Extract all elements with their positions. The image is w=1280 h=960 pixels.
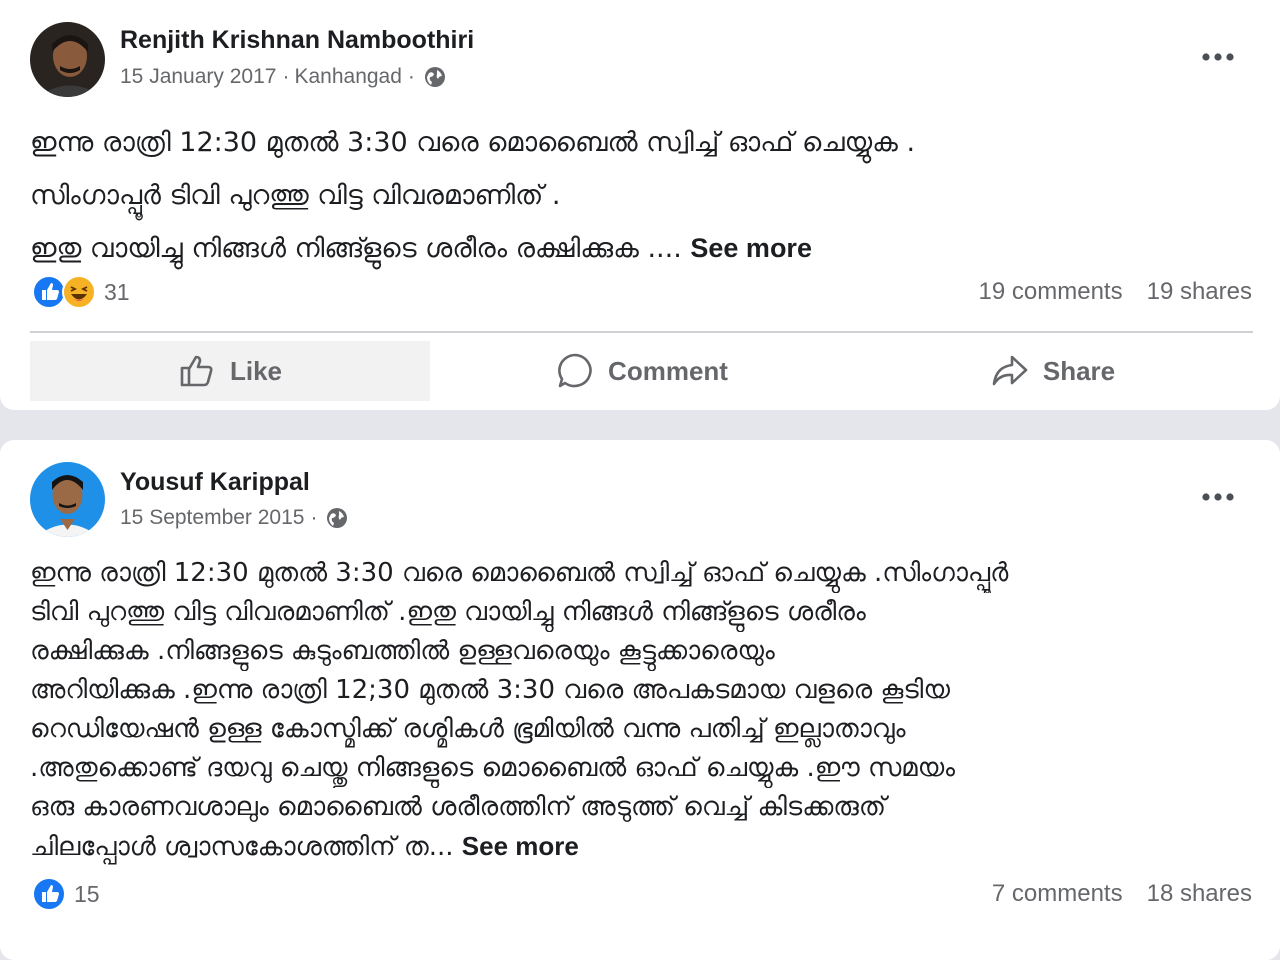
haha-reaction-icon <box>62 275 96 309</box>
like-label: Like <box>229 355 283 386</box>
meta-separator: · <box>407 65 415 88</box>
like-button[interactable]: Like <box>30 341 430 401</box>
divider <box>30 331 1253 333</box>
post-text-line: റെഡിയേഷൻ ഉള്ള കോസ്മിക്ക് രശ്മികൾ ഭൂമിയിൽ… <box>30 714 906 744</box>
post-text-line: ഇന്നു രാത്രി 12:30 മുതൽ 3:30 വരെ മൊബൈൽ സ… <box>30 558 1009 588</box>
see-more-link[interactable]: See more <box>462 831 579 861</box>
like-reaction-icon <box>32 275 66 309</box>
post-location[interactable]: Kanhangad <box>294 65 401 89</box>
post-meta: 15 January 2017 · Kanhangad · <box>120 65 446 89</box>
post-stats: 19 comments 19 shares <box>979 278 1252 306</box>
post-card: Yousuf Karippal 15 September 2015 · ഇന്ന… <box>0 440 1280 960</box>
post-text-fragment: ഇതു വായിച്ചു നിങ്ങൾ നിങ്ങ്ളുടെ ശരീരം രക്… <box>30 233 691 264</box>
like-icon <box>180 355 213 387</box>
post-text-line: ടിവി പുറത്തു വിട്ട വിവരമാണിത് .ഇതു വായിച… <box>30 597 866 627</box>
meta-separator: · <box>282 65 290 88</box>
comments-count[interactable]: 19 comments <box>979 278 1123 306</box>
post-text-line: അറിയിക്കുക .ഇന്നു രാത്രി 12;30 മുതൽ 3:30… <box>30 675 950 705</box>
reaction-count: 15 <box>74 880 100 907</box>
post-text-line: ചിലപ്പോൾ ശ്വാസകോശത്തിന് ത... See more <box>30 827 1255 867</box>
post-body: ഇന്നു രാത്രി 12:30 മുതൽ 3:30 വരെ മൊബൈൽ സ… <box>30 554 1255 867</box>
see-more-link[interactable]: See more <box>690 233 812 263</box>
comment-icon <box>558 353 592 388</box>
meta-separator: · <box>310 506 318 529</box>
comments-count[interactable]: 7 comments <box>992 880 1123 908</box>
globe-icon[interactable] <box>424 66 446 88</box>
comment-button[interactable]: Comment <box>442 341 842 401</box>
post-card: Renjith Krishnan Namboothiri 15 January … <box>0 0 1280 410</box>
post-body: ഇന്നു രാത്രി 12:30 മുതൽ 3:30 വരെ മൊബൈൽ സ… <box>30 116 1255 275</box>
post-text-line: ഇതു വായിച്ചു നിങ്ങൾ നിങ്ങ്ളുടെ ശരീരം രക്… <box>30 222 1255 275</box>
shares-count[interactable]: 18 shares <box>1147 880 1252 908</box>
comment-label: Comment <box>608 355 728 386</box>
post-date[interactable]: 15 January 2017 <box>120 65 276 89</box>
author-name[interactable]: Yousuf Karippal <box>120 468 310 497</box>
post-text-line: .അതുക്കൊണ്ട് ദയവു ചെയ്തു നിങ്ങളുടെ മൊബൈൽ… <box>30 753 956 783</box>
action-bar: Like Comment Share <box>30 341 1253 401</box>
shares-count[interactable]: 19 shares <box>1147 278 1252 306</box>
share-button[interactable]: Share <box>853 341 1253 401</box>
post-text-fragment: ചിലപ്പോൾ ശ്വാസകോശത്തിന് ത... <box>30 832 462 862</box>
share-label: Share <box>1042 355 1116 386</box>
share-icon <box>992 355 1028 386</box>
post-stats: 7 comments 18 shares <box>992 880 1252 908</box>
post-text-line: ഇന്നു രാത്രി 12:30 മുതൽ 3:30 വരെ മൊബൈൽ സ… <box>30 127 916 158</box>
post-meta: 15 September 2015 · <box>120 506 348 530</box>
author-avatar[interactable] <box>30 22 105 97</box>
reaction-summary[interactable]: 31 <box>32 275 130 309</box>
author-avatar[interactable] <box>30 462 105 537</box>
like-reaction-icon <box>32 877 66 911</box>
post-date[interactable]: 15 September 2015 <box>120 506 304 530</box>
post-text-line: ഒരു കാരണവശാലും മൊബൈൽ ശരീരത്തിന് അടുത്ത് … <box>30 792 886 822</box>
reaction-count: 31 <box>104 278 130 305</box>
author-name[interactable]: Renjith Krishnan Namboothiri <box>120 26 474 55</box>
more-options-icon[interactable] <box>1202 52 1234 62</box>
reaction-summary[interactable]: 15 <box>32 877 100 911</box>
more-options-icon[interactable] <box>1202 492 1234 502</box>
globe-icon[interactable] <box>326 507 348 529</box>
post-text-line: സിംഗാപ്പൂർ ടിവി പുറത്തു വിട്ട വിവരമാണിത്… <box>30 180 561 211</box>
post-text-line: രക്ഷിക്കുക .നിങ്ങളുടെ കുടുംബത്തിൽ ഉള്ളവര… <box>30 636 775 666</box>
